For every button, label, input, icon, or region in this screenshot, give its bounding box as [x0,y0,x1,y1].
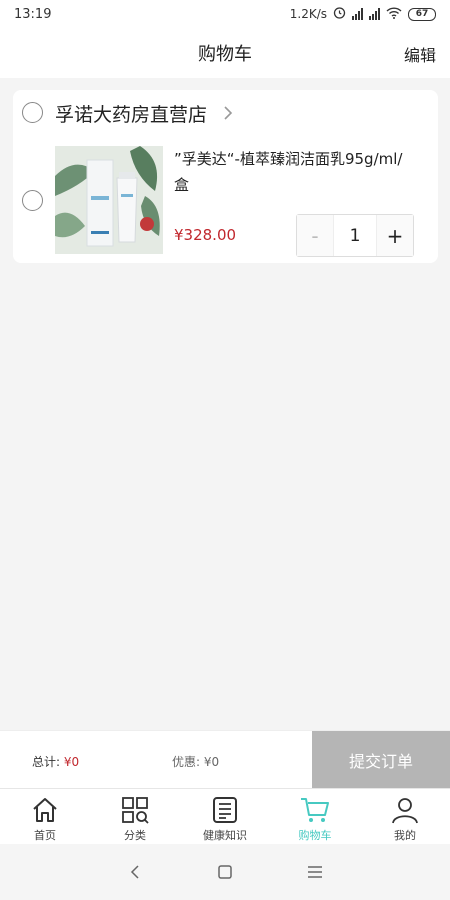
tab-health-knowledge[interactable]: 健康知识 [180,789,270,844]
quantity-value[interactable]: 1 [334,215,376,256]
chevron-right-icon[interactable] [223,100,233,126]
status-indicators: 1.2K/s 67 [290,6,436,22]
discount-summary: 优惠: ¥0 [172,753,219,770]
tab-label: 分类 [124,829,146,842]
store-card: 孚诺大药房直营店 ”孚美达“-植萃臻润洁面乳95g/ml/盒 ¥328.00 -… [13,90,438,263]
tab-category[interactable]: 分类 [90,789,180,844]
tab-label: 健康知识 [203,829,247,842]
tab-label: 首页 [34,829,56,842]
system-nav-bar [0,844,450,900]
product-image[interactable] [55,146,163,254]
home-icon [30,795,60,825]
battery-icon: 67 [408,7,436,21]
tab-home[interactable]: 首页 [0,789,90,844]
wifi-icon [386,6,402,22]
checkout-bar: 总计: ¥0 优惠: ¥0 提交订单 [0,730,450,789]
alarm-icon [333,6,346,22]
discount-value: ¥0 [203,755,220,769]
total-label: 总计: [32,755,61,769]
profile-icon [390,795,420,825]
store-select-radio[interactable] [22,102,43,123]
edit-button[interactable]: 编辑 [404,42,436,66]
signal-icon [352,8,363,20]
decrease-button[interactable]: - [297,215,334,256]
home-square-icon[interactable] [215,862,235,882]
article-icon [210,795,240,825]
submit-order-button[interactable]: 提交订单 [312,731,450,789]
tab-label: 我的 [394,829,416,842]
page-header: 购物车 编辑 [0,28,450,78]
status-bar: 13:19 1.2K/s 67 [0,0,450,28]
total-summary: 总计: ¥0 [32,753,79,770]
discount-label: 优惠: [172,755,201,769]
status-time: 13:19 [14,6,52,22]
store-name[interactable]: 孚诺大药房直营店 [55,100,207,127]
tab-label: 购物车 [298,829,332,842]
net-speed: 1.2K/s [289,7,327,21]
back-icon[interactable] [125,862,145,882]
product-price: ¥328.00 [174,226,237,244]
item-select-radio[interactable] [22,190,43,211]
category-icon [120,795,150,825]
product-title[interactable]: ”孚美达“-植萃臻润洁面乳95g/ml/盒 [174,146,414,198]
quantity-stepper: - 1 + [296,214,414,257]
total-value: ¥0 [63,755,80,769]
tab-profile[interactable]: 我的 [360,789,450,844]
page-title: 购物车 [198,44,252,65]
increase-button[interactable]: + [376,215,413,256]
menu-icon[interactable] [305,862,325,882]
signal-icon-2 [369,8,380,20]
bottom-tab-bar: 首页 分类 健康知识 购物车 我的 [0,788,450,844]
tab-cart[interactable]: 购物车 [270,789,360,844]
cart-icon [300,795,330,825]
